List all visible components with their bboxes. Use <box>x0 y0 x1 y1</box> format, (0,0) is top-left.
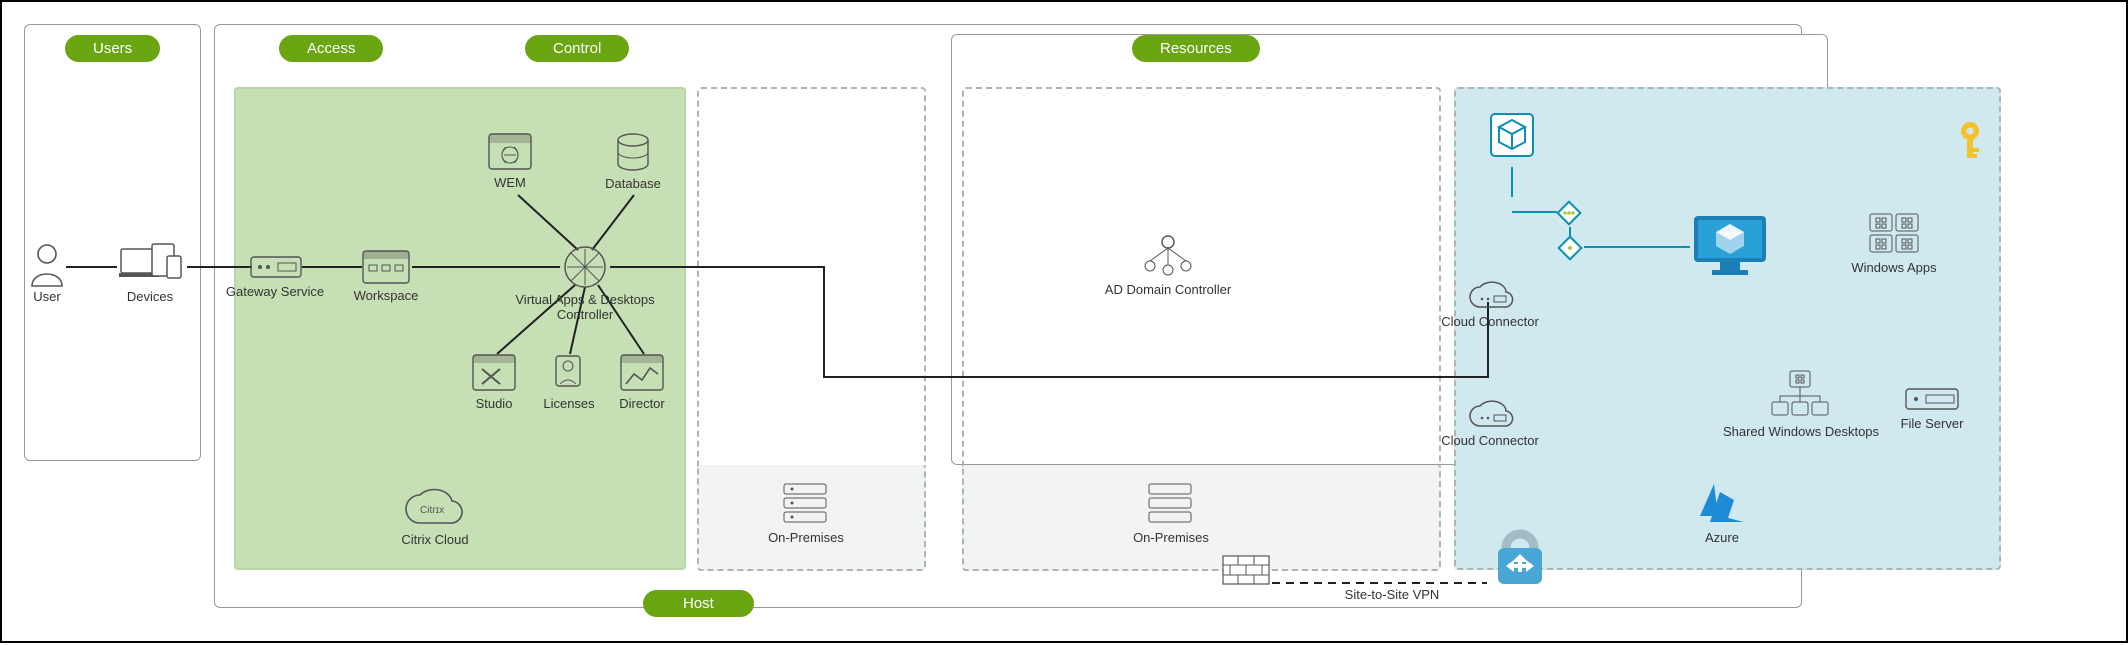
resources-onprem-label: On-Premises <box>1081 530 1261 545</box>
devices-icon <box>119 242 185 287</box>
cloud-connector2-icon <box>1466 400 1516 430</box>
citrix-cloud-icon-text: Citrɪx <box>420 505 444 516</box>
controller-label-l2: Controller <box>495 307 675 322</box>
file-server-icon <box>1904 387 1960 411</box>
controller-label-l1: Virtual Apps & Desktops <box>495 292 675 307</box>
director-icon <box>620 354 664 392</box>
azure-diamond2-icon <box>1556 234 1584 262</box>
citrix-cloud-icon: Citrɪx <box>402 487 466 529</box>
control-onprem-label: On-Premises <box>716 530 896 545</box>
shared-desktops-icon <box>1768 370 1832 420</box>
studio-icon <box>472 354 516 392</box>
azure-cube-icon <box>1489 112 1535 158</box>
cloud-connector2-label: Cloud Connector <box>1400 433 1580 448</box>
windows-apps-icon <box>1868 212 1920 254</box>
director-label: Director <box>552 396 732 411</box>
cloud-connector1-label: Cloud Connector <box>1400 314 1580 329</box>
azure-diamond1-icon <box>1555 199 1583 227</box>
database-label: Database <box>543 176 723 191</box>
azure-vm-monitor-icon <box>1690 212 1770 278</box>
citrix-cloud-label: Citrix Cloud <box>345 532 525 547</box>
resources-onprem-icon <box>1145 482 1195 526</box>
azure-label: Azure <box>1632 530 1812 545</box>
gateway-icon <box>250 256 302 278</box>
firewall-icon <box>1222 555 1270 585</box>
file-server-label: File Server <box>1842 416 2022 431</box>
vpn-gateway-icon <box>1492 524 1548 588</box>
wem-icon <box>488 133 532 171</box>
key-icon <box>1952 120 1988 162</box>
site-to-site-vpn-label: Site-to-Site VPN <box>1302 587 1482 602</box>
user-icon <box>27 242 67 287</box>
ad-dc-icon <box>1140 232 1196 276</box>
controller-icon <box>563 245 607 289</box>
database-icon <box>616 133 650 173</box>
workspace-icon <box>362 250 410 284</box>
ad-dc-label: AD Domain Controller <box>1078 282 1258 297</box>
control-onprem-icon <box>780 482 830 526</box>
licenses-icon <box>548 354 588 394</box>
windows-apps-label: Windows Apps <box>1804 260 1984 275</box>
cloud-connector1-icon <box>1466 281 1516 311</box>
azure-logo-icon <box>1694 482 1748 526</box>
workspace-label: Workspace <box>296 288 476 303</box>
